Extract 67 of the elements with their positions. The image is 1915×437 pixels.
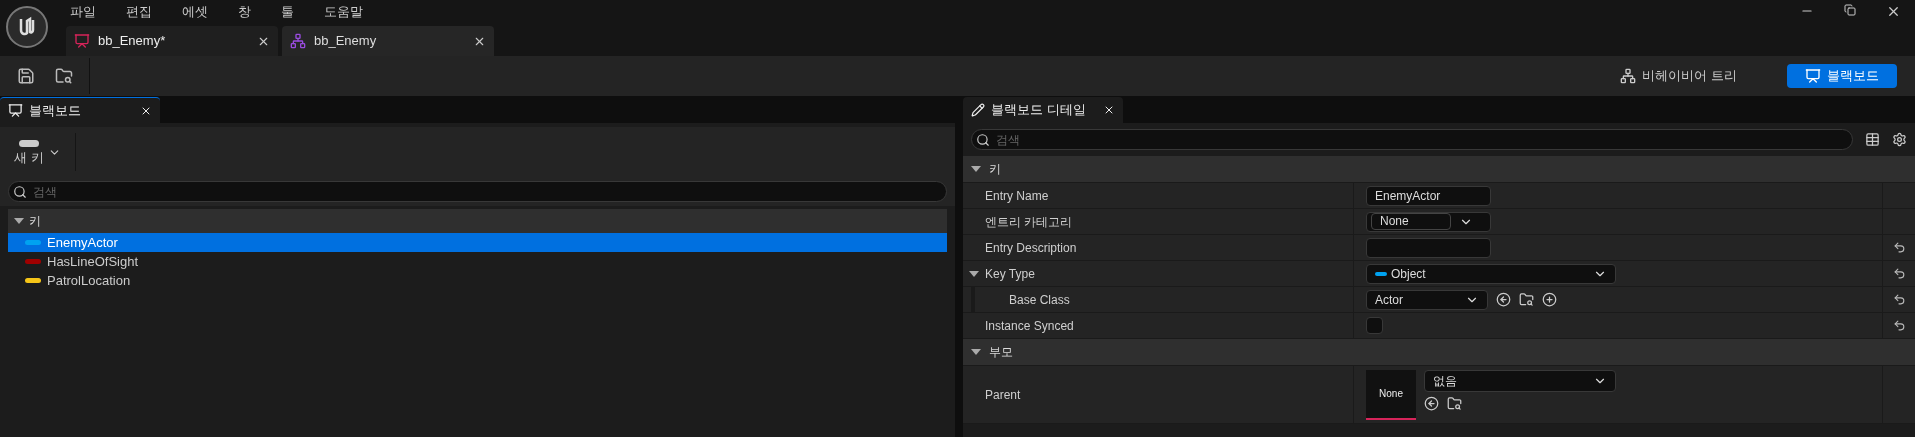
category-label: 부모 xyxy=(989,344,1013,361)
settings-icon[interactable] xyxy=(1892,132,1907,147)
blackboard-icon xyxy=(74,33,90,49)
menu-item[interactable]: 파일 xyxy=(70,2,96,22)
new-key-icon xyxy=(18,140,39,147)
reset-icon[interactable] xyxy=(1892,319,1906,332)
property-label: Entry Description xyxy=(985,239,1077,257)
browse-icon[interactable] xyxy=(1447,395,1462,411)
type-dropdown[interactable]: Object xyxy=(1366,263,1616,284)
search-icon xyxy=(13,184,27,199)
property-label: Instance Synced xyxy=(985,317,1074,335)
use-selected-icon[interactable] xyxy=(1496,292,1511,307)
text-field[interactable]: EnemyActor xyxy=(1366,185,1491,206)
engine-logo-icon[interactable] xyxy=(6,6,48,48)
use-selected-icon[interactable] xyxy=(1424,395,1439,411)
add-icon[interactable] xyxy=(1542,292,1557,307)
document-tab[interactable]: bb_Enemy* xyxy=(66,26,278,56)
browse-icon[interactable] xyxy=(1519,292,1534,307)
reset-icon[interactable] xyxy=(1892,241,1906,254)
restore-icon[interactable] xyxy=(1844,4,1856,16)
property-label: Parent xyxy=(985,386,1021,404)
key-row[interactable]: PatrolLocation xyxy=(8,271,947,290)
property-label: Base Class xyxy=(1009,291,1070,309)
class-dropdown[interactable]: Actor xyxy=(1366,289,1488,310)
menu-item[interactable]: 창 xyxy=(238,2,251,22)
property-label: Key Type xyxy=(985,265,1035,283)
reset-icon[interactable] xyxy=(1892,267,1906,280)
blackboard-icon xyxy=(1805,68,1821,84)
save-icon[interactable] xyxy=(17,67,35,85)
close-icon[interactable] xyxy=(1886,4,1901,19)
panel-tab[interactable]: 블랙보드 xyxy=(0,97,160,123)
table-icon[interactable] xyxy=(1865,132,1880,147)
tab-label: bb_Enemy* xyxy=(98,32,166,51)
category-value: None xyxy=(1371,213,1451,230)
asset-dropdown[interactable]: 없음 xyxy=(1424,369,1616,392)
expand-arrow[interactable] xyxy=(971,166,981,172)
expand-arrow[interactable] xyxy=(971,349,981,355)
tab-label: bb_Enemy xyxy=(314,32,377,51)
mode-button[interactable]: 비헤이비어 트리 xyxy=(1602,64,1755,88)
panel-tab[interactable]: 블랙보드 디테일 xyxy=(963,97,1123,123)
key-row[interactable]: HasLineOfSight xyxy=(8,252,947,271)
category-label: 키 xyxy=(29,213,41,230)
search-icon xyxy=(976,132,990,147)
expand-arrow[interactable] xyxy=(14,218,24,224)
asset-thumbnail[interactable]: None xyxy=(1366,369,1416,420)
checkbox[interactable] xyxy=(1366,317,1383,334)
menu-item[interactable]: 툴 xyxy=(281,2,294,22)
close-icon[interactable] xyxy=(1103,104,1115,116)
expand-arrow[interactable] xyxy=(969,270,979,277)
menu-item[interactable]: 도움말 xyxy=(324,2,363,22)
tree-icon xyxy=(290,33,306,49)
property-label: Entry Name xyxy=(985,187,1049,205)
blackboard-icon xyxy=(8,103,23,118)
category-label: 키 xyxy=(989,161,1001,178)
menu-item[interactable]: 에셋 xyxy=(182,2,208,22)
mode-button[interactable]: 블랙보드 xyxy=(1787,64,1897,88)
menu-item[interactable]: 편집 xyxy=(126,2,152,22)
text-field[interactable] xyxy=(1366,237,1491,258)
new-key-button[interactable]: 새 키 xyxy=(14,140,61,164)
browse-icon[interactable] xyxy=(55,67,73,85)
dropdown[interactable]: None xyxy=(1366,211,1491,232)
tree-icon xyxy=(1620,68,1637,84)
document-tab[interactable]: bb_Enemy xyxy=(282,26,494,56)
reset-icon[interactable] xyxy=(1892,293,1906,306)
pencil-icon xyxy=(971,103,985,117)
key-row[interactable]: EnemyActor xyxy=(8,233,947,252)
property-label: 엔트리 카테고리 xyxy=(985,213,1073,231)
